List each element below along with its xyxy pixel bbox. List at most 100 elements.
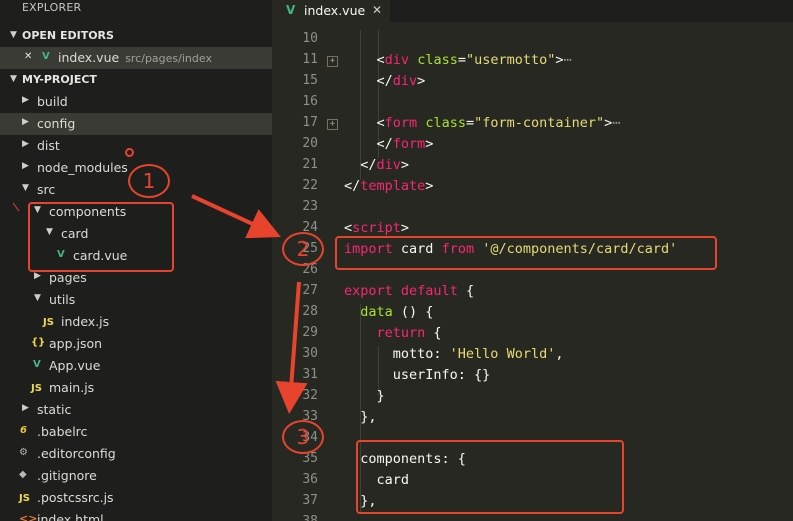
chevron-right-icon: ▶ — [22, 139, 29, 149]
line-number: 30 — [302, 346, 318, 361]
annotation-box-import — [335, 236, 717, 270]
tree-item-label: .gitignore — [37, 468, 97, 483]
line-number: 29 — [302, 325, 318, 340]
code-line: 15 </div> — [272, 72, 793, 93]
tree-item-label: pages — [49, 270, 87, 285]
code-line: 16 — [272, 93, 793, 114]
tree-item-label: static — [37, 402, 72, 417]
fold-expand-icon[interactable]: + — [327, 56, 338, 67]
open-editor-path: src/pages/index — [125, 52, 212, 65]
tree-item-label: .babelrc — [37, 424, 88, 439]
tree-item-editorconfig[interactable]: ⚙ .editorconfig — [0, 443, 272, 465]
tree-item-app-json[interactable]: {} app.json — [0, 333, 272, 355]
tree-item-label: index.html — [37, 512, 104, 521]
tree-item-gitignore[interactable]: ◆ .gitignore — [0, 465, 272, 487]
line-number: 17 — [302, 115, 318, 130]
gear-icon: ⚙ — [19, 447, 28, 458]
tree-item-static[interactable]: ▶ static — [0, 399, 272, 421]
tree-item-label: config — [37, 116, 76, 131]
code-line: 32 } — [272, 387, 793, 408]
line-number: 20 — [302, 136, 318, 151]
annotation-dot — [125, 148, 134, 157]
annotation-box-components-option — [356, 440, 624, 514]
tree-item-main-js[interactable]: JS main.js — [0, 377, 272, 399]
js-file-icon: JS — [31, 383, 42, 394]
line-number: 10 — [302, 31, 318, 46]
annotation-marker-2: 2 — [282, 232, 324, 266]
fold-expand-icon[interactable]: + — [327, 119, 338, 130]
code-line: 29 return { — [272, 324, 793, 345]
open-editor-filename: index.vue — [58, 50, 120, 65]
line-number: 27 — [302, 283, 318, 298]
git-icon: ◆ — [19, 469, 27, 480]
chevron-down-icon: ▼ — [22, 183, 29, 193]
tree-item-index-html[interactable]: <> index.html — [0, 509, 272, 521]
line-number: 16 — [302, 94, 318, 109]
line-number: 11 — [302, 52, 318, 67]
project-header[interactable]: ▼ MY-PROJECT — [0, 69, 272, 91]
chevron-right-icon: ▶ — [34, 271, 41, 281]
chevron-right-icon: ▶ — [22, 161, 29, 171]
tree-item-postcssrc[interactable]: JS .postcssrc.js — [0, 487, 272, 509]
code-line: 28 data () { — [272, 303, 793, 324]
code-line: 20 </form> — [272, 135, 793, 156]
js-file-icon: JS — [43, 317, 54, 328]
tree-item-build[interactable]: ▶ build — [0, 91, 272, 113]
js-file-icon: JS — [19, 493, 30, 504]
code-line: 10 — [272, 30, 793, 51]
code-line: 11 + <div class="usermotto">⋯ — [272, 51, 793, 72]
line-number: 23 — [302, 199, 318, 214]
code-line: 38 — [272, 513, 793, 521]
tree-item-label: .postcssrc.js — [37, 490, 114, 505]
tree-item-dist[interactable]: ▶ dist — [0, 135, 272, 157]
babel-file-icon: 6 — [20, 425, 27, 436]
annotation-box-components — [28, 202, 174, 272]
tree-item-label: dist — [37, 138, 60, 153]
open-editors-header[interactable]: ▼ OPEN EDITORS — [0, 25, 272, 47]
close-icon[interactable]: ✕ — [372, 3, 382, 17]
code-line: 21 </div> — [272, 156, 793, 177]
chevron-down-icon: ▼ — [34, 293, 41, 303]
tree-item-label: index.js — [61, 314, 110, 329]
json-file-icon: {} — [31, 337, 46, 348]
tree-item-label: main.js — [49, 380, 95, 395]
tree-item-label: src — [37, 182, 56, 197]
vue-file-icon: V — [33, 359, 41, 370]
chevron-right-icon: ▶ — [22, 403, 29, 413]
tree-item-label: build — [37, 94, 68, 109]
tree-item-app-vue[interactable]: V App.vue — [0, 355, 272, 377]
tree-item-label: .editorconfig — [37, 446, 116, 461]
chevron-right-icon: ▶ — [22, 117, 29, 127]
tree-item-label: utils — [49, 292, 76, 307]
vue-file-icon: V — [42, 51, 50, 62]
line-number: 21 — [302, 157, 318, 172]
tree-item-utils[interactable]: ▼ utils — [0, 289, 272, 311]
tab-bar: V index.vue ✕ — [272, 0, 793, 22]
code-line: 30 motto: 'Hello World', — [272, 345, 793, 366]
code-line: 33 }, — [272, 408, 793, 429]
line-number: 32 — [302, 388, 318, 403]
html-file-icon: <> — [19, 512, 38, 521]
code-line: 23 — [272, 198, 793, 219]
annotation-marker-1: 1 — [128, 164, 170, 198]
tree-item-label: App.vue — [49, 358, 101, 373]
line-number: 38 — [278, 514, 318, 521]
code-line: 17 + <form class="form-container">⋯ — [272, 114, 793, 135]
tree-item-label: node_modules — [37, 160, 128, 175]
tree-item-babelrc[interactable]: 6 .babelrc — [0, 421, 272, 443]
tab-index-vue[interactable]: V index.vue ✕ — [272, 0, 390, 22]
open-editors-label: OPEN EDITORS — [22, 29, 114, 42]
code-line: 27 export default { — [272, 282, 793, 303]
line-number: 28 — [302, 304, 318, 319]
tab-label: index.vue — [304, 3, 366, 18]
open-editor-item[interactable]: ✕ V index.vue src/pages/index — [0, 47, 272, 69]
line-number: 15 — [302, 73, 318, 88]
project-label: MY-PROJECT — [22, 73, 97, 86]
tree-item-config[interactable]: ▶ config — [0, 113, 272, 135]
tree-item-index-js[interactable]: JS index.js — [0, 311, 272, 333]
close-icon[interactable]: ✕ — [24, 50, 32, 64]
tree-item-label: app.json — [49, 336, 103, 351]
explorer-title: EXPLORER — [22, 1, 82, 14]
annotation-marker-3: 3 — [282, 420, 324, 454]
line-number: 36 — [302, 472, 318, 487]
